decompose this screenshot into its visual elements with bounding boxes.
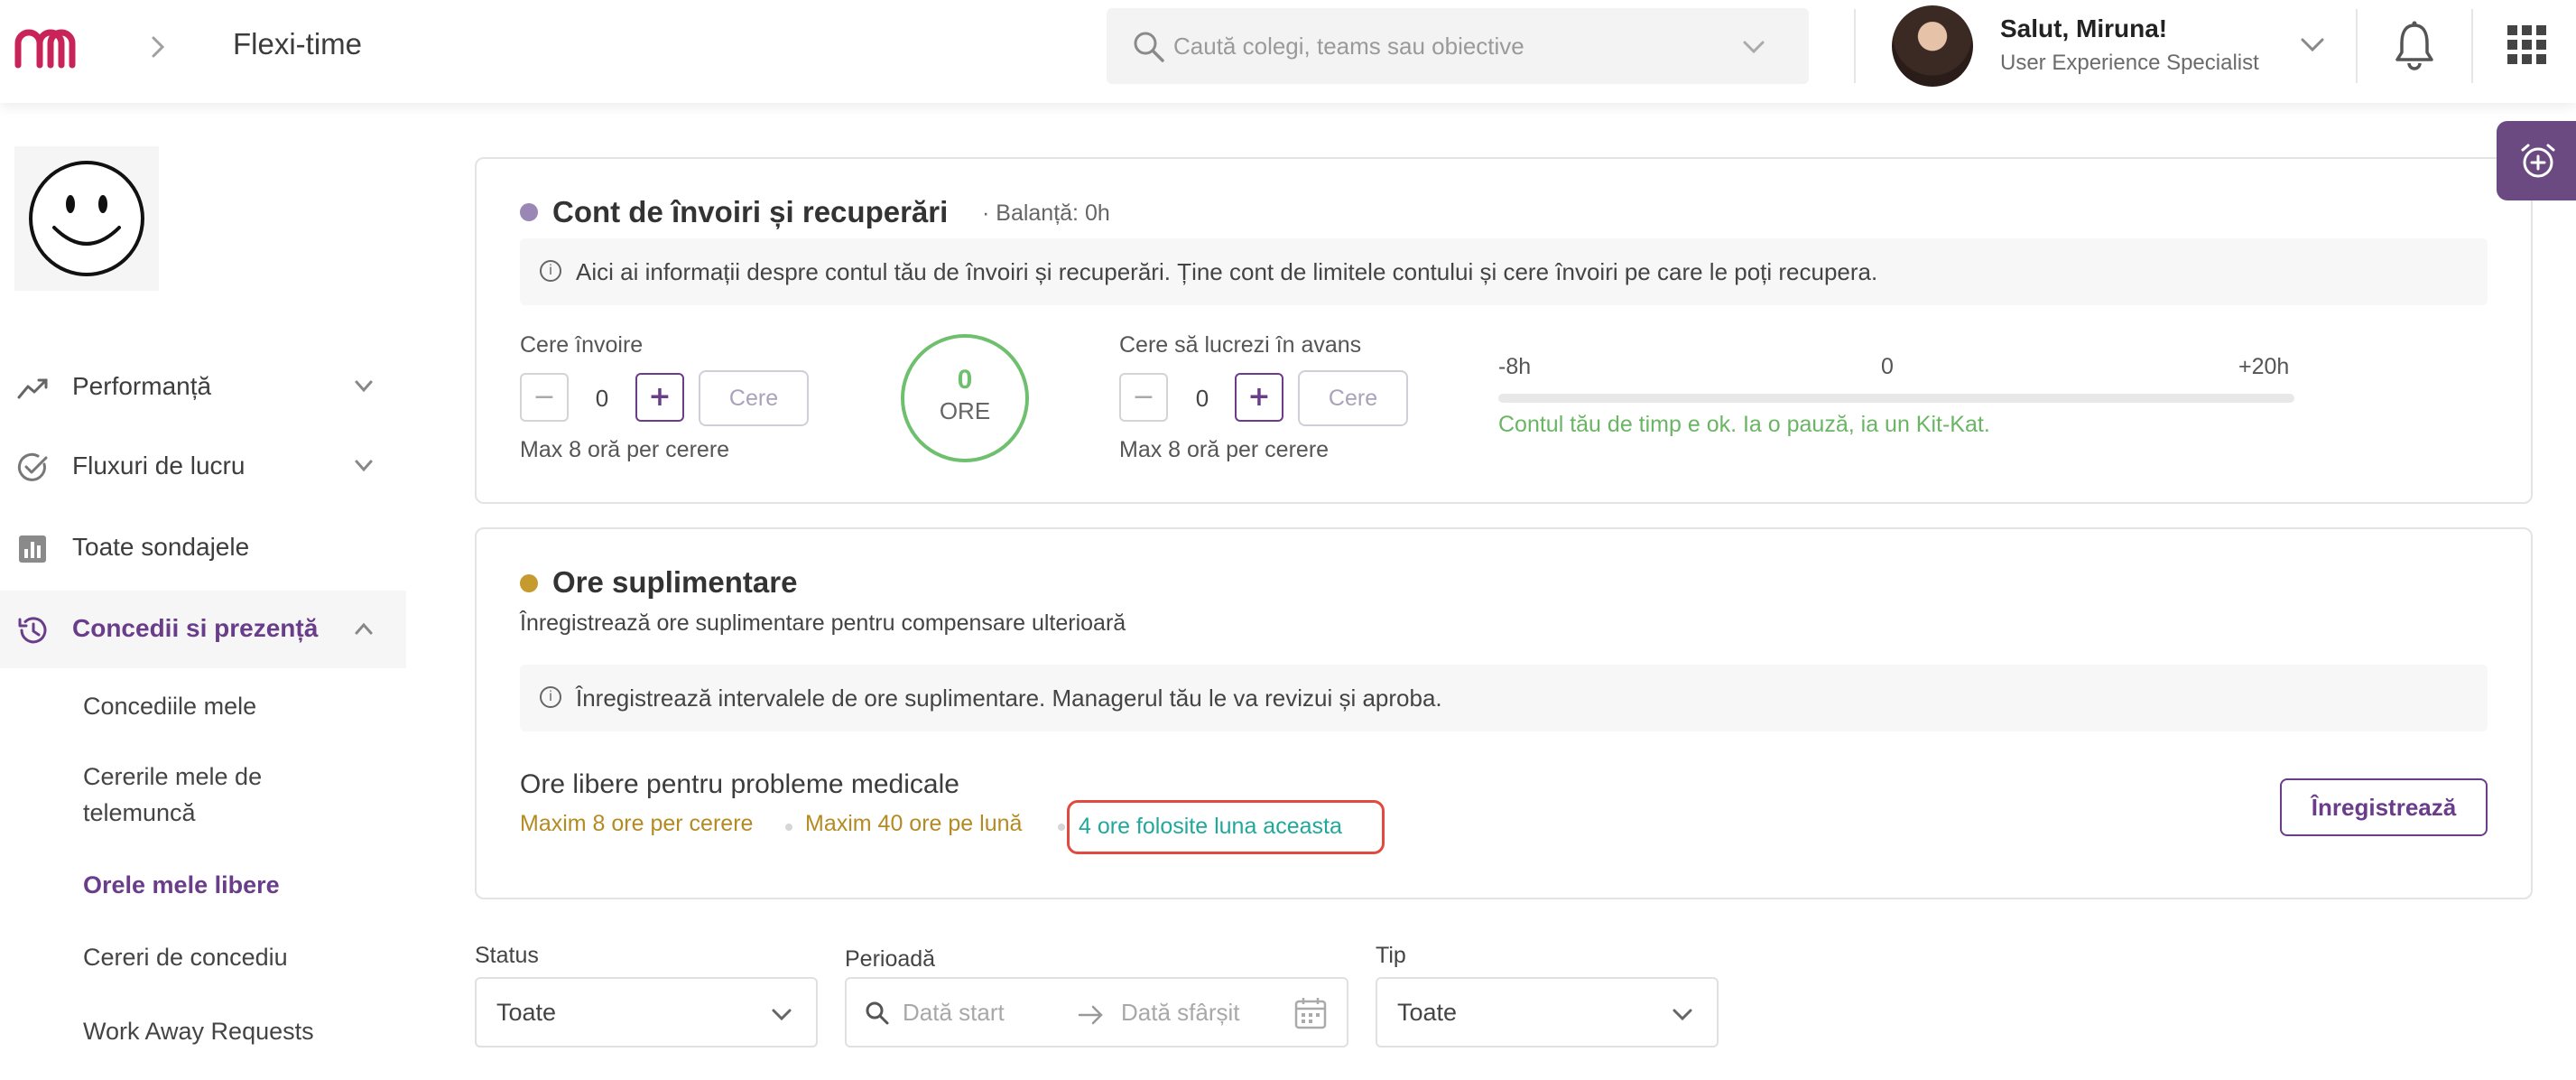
header-divider [2356,9,2358,83]
sidebar-subitem-leave-requests[interactable]: Cereri de concediu [83,939,288,975]
bell-icon[interactable] [2394,20,2435,70]
leave-label: Cere învoire [520,332,644,358]
status-filter-label: Status [475,943,539,968]
calendar-icon[interactable] [1293,995,1329,1031]
chevron-down-icon [772,1009,792,1021]
search-input[interactable] [1173,24,1715,68]
top-bar: Flexi-time Salut, Miruna! User Experienc… [0,0,2576,103]
info-icon: i [540,260,561,282]
chevron-down-icon [355,380,373,393]
profile-picture[interactable] [14,146,159,291]
scale-mid: 0 [1881,354,1894,379]
chevron-down-icon [1673,1009,1692,1021]
chevron-down-icon [355,460,373,472]
max-per-request: Maxim 8 ore per cerere [520,811,754,836]
balance-track [1498,394,2294,403]
apps-grid-icon[interactable] [2507,25,2547,65]
app-logo[interactable] [13,25,85,69]
leave-note: Max 8 oră per cerere [520,437,730,462]
type-select[interactable]: Toate [1376,977,1719,1047]
user-greeting: Salut, Miruna! [2000,14,2168,42]
header-divider [2471,9,2473,83]
register-button[interactable]: Înregistrează [2280,778,2488,836]
end-date-input[interactable]: Dată sfârșit [1121,999,1240,1027]
info-box: i Aici ai informații despre contul tău d… [520,238,2488,305]
search-bar[interactable] [1107,8,1809,84]
hours-value: 0 [957,365,973,395]
sidebar-item-label: Performanță [72,372,212,400]
type-filter-label: Tip [1376,943,1406,968]
request-leave-button[interactable]: Cere [699,370,809,426]
alarm-add-icon [2521,144,2555,178]
used-hours-link[interactable]: 4 ore folosite luna aceasta [1079,814,1342,840]
advance-label: Cere să lucrezi în avans [1119,332,1362,358]
chevron-down-icon[interactable] [2300,36,2325,54]
sidebar-item-surveys[interactable]: Toate sondajele [0,509,406,587]
chevron-up-icon [355,622,373,635]
check-circle-icon [17,452,48,481]
account-card-title: Cont de învoiri și recuperări [552,195,949,228]
medical-hours-title: Ore libere pentru probleme medicale [520,769,959,799]
overtime-subtitle: Înregistrează ore suplimentare pentru co… [520,610,1126,636]
sidebar-item-workflows[interactable]: Fluxuri de lucru [0,428,406,506]
separator-dot [1058,824,1065,831]
sidebar-subitem-my-leaves[interactable]: Concediile mele [83,688,256,724]
leave-value[interactable]: 0 [588,385,616,413]
info-text: Înregistrează intervalele de ore suplime… [576,684,1442,712]
decrement-button[interactable]: − [1119,373,1168,422]
user-role: User Experience Specialist [2000,51,2259,75]
scale-max: +20h [2238,354,2290,379]
avatar[interactable] [1892,5,1973,87]
sidebar-item-performance[interactable]: Performanță [0,349,406,426]
date-range-picker[interactable]: Dată start Dată sfârșit [845,977,1348,1047]
overtime-card-title: Ore suplimentare [552,565,798,599]
hours-unit: ORE [939,397,991,424]
status-message: Contul tău de timp e ok. Ia o pauză, ia … [1498,412,1990,437]
status-dot [520,203,538,221]
decrement-button[interactable]: − [520,373,569,422]
info-text: Aici ai informații despre contul tău de … [576,258,1878,285]
sidebar-subitem-telework[interactable]: Cererile mele de telemuncă [83,759,381,831]
scale-min: -8h [1498,354,1532,379]
info-box: i Înregistrează intervalele de ore supli… [520,665,2488,731]
used-hours-highlight[interactable]: 4 ore folosite luna aceasta [1067,800,1385,854]
request-advance-button[interactable]: Cere [1298,370,1408,426]
hours-circle: 0 ORE [901,334,1029,462]
trend-icon [17,378,48,399]
arrow-right-icon [1078,1005,1103,1025]
type-select-value: Toate [1397,999,1458,1026]
sidebar-item-leave-presence[interactable]: Concedii si prezență [0,591,406,668]
status-dot [520,574,538,592]
separator-dot [785,824,792,831]
max-per-month: Maxim 40 ore pe lună [805,811,1023,836]
increment-button[interactable]: + [1235,373,1283,422]
period-filter-label: Perioadă [845,946,936,972]
chevron-down-icon[interactable] [1742,39,1765,55]
search-icon [1134,32,1164,62]
sidebar-item-label: Toate sondajele [72,533,250,561]
status-select-value: Toate [496,999,557,1026]
advance-value[interactable]: 0 [1189,385,1216,413]
history-icon [18,617,47,644]
balance-text: · Balanță: 0h [982,200,1110,226]
advance-note: Max 8 oră per cerere [1119,437,1330,462]
smiley-icon [29,161,144,276]
increment-button[interactable]: + [635,373,684,422]
info-icon: i [540,686,561,708]
sidebar-subitem-work-away[interactable]: Work Away Requests [83,1013,314,1049]
bar-chart-icon [19,535,46,563]
sidebar-item-label: Concedii si prezență [72,614,319,642]
sidebar-subitem-free-hours[interactable]: Orele mele libere [83,867,280,903]
chevron-right-icon [152,36,165,58]
start-date-input[interactable]: Dată start [903,999,1005,1027]
page-title: Flexi-time [233,27,363,61]
sidebar-item-label: Fluxuri de lucru [72,452,246,479]
clock-in-tab[interactable] [2497,121,2576,200]
status-select[interactable]: Toate [475,977,818,1047]
header-divider [1854,9,1856,83]
search-icon [866,1001,889,1025]
